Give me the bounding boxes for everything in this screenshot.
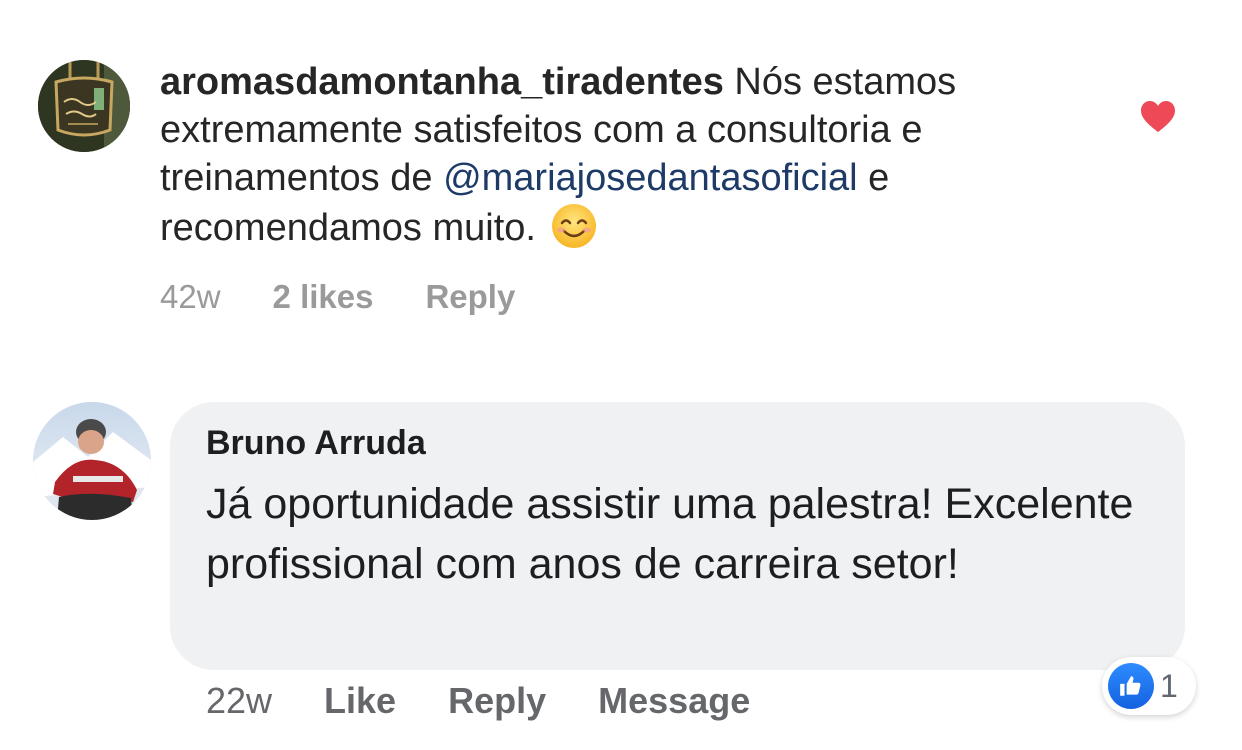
- heart-icon[interactable]: [1140, 100, 1176, 134]
- comment-body-text: Já oportunidade assistir uma palestra! E…: [206, 480, 1134, 588]
- profile-photo: [33, 402, 151, 520]
- instagram-comment-text: aromasdamontanha_tiradentes Nós estamos …: [160, 58, 1080, 252]
- comment-author-name[interactable]: Bruno Arruda: [206, 424, 426, 463]
- comment-timestamp: 42w: [160, 278, 221, 315]
- reply-button[interactable]: Reply: [448, 680, 546, 722]
- bruno-avatar[interactable]: [33, 402, 151, 520]
- comment-timestamp: 22w: [206, 680, 273, 721]
- comment-username[interactable]: aromasdamontanha_tiradentes: [160, 61, 724, 103]
- smiling-face-emoji-icon: [550, 202, 598, 250]
- instagram-comment-meta: 42w 2 likes Reply: [160, 278, 515, 316]
- like-thumb-icon: [1108, 663, 1154, 709]
- likes-count-link[interactable]: 2 likes: [273, 278, 374, 316]
- shop-sign-logo: [38, 60, 130, 152]
- like-button[interactable]: Like: [324, 680, 396, 722]
- facebook-comment-meta: 22w Like Reply Message: [206, 680, 750, 722]
- reply-button[interactable]: Reply: [425, 278, 515, 316]
- mention-link[interactable]: @mariajosedantasoficial: [443, 157, 858, 199]
- comments-screen: aromasdamontanha_tiradentes Nós estamos …: [0, 0, 1242, 750]
- reactions-summary[interactable]: 1: [1102, 657, 1196, 715]
- aromas-avatar[interactable]: [38, 60, 130, 152]
- message-button[interactable]: Message: [598, 680, 750, 722]
- reaction-count: 1: [1160, 667, 1178, 704]
